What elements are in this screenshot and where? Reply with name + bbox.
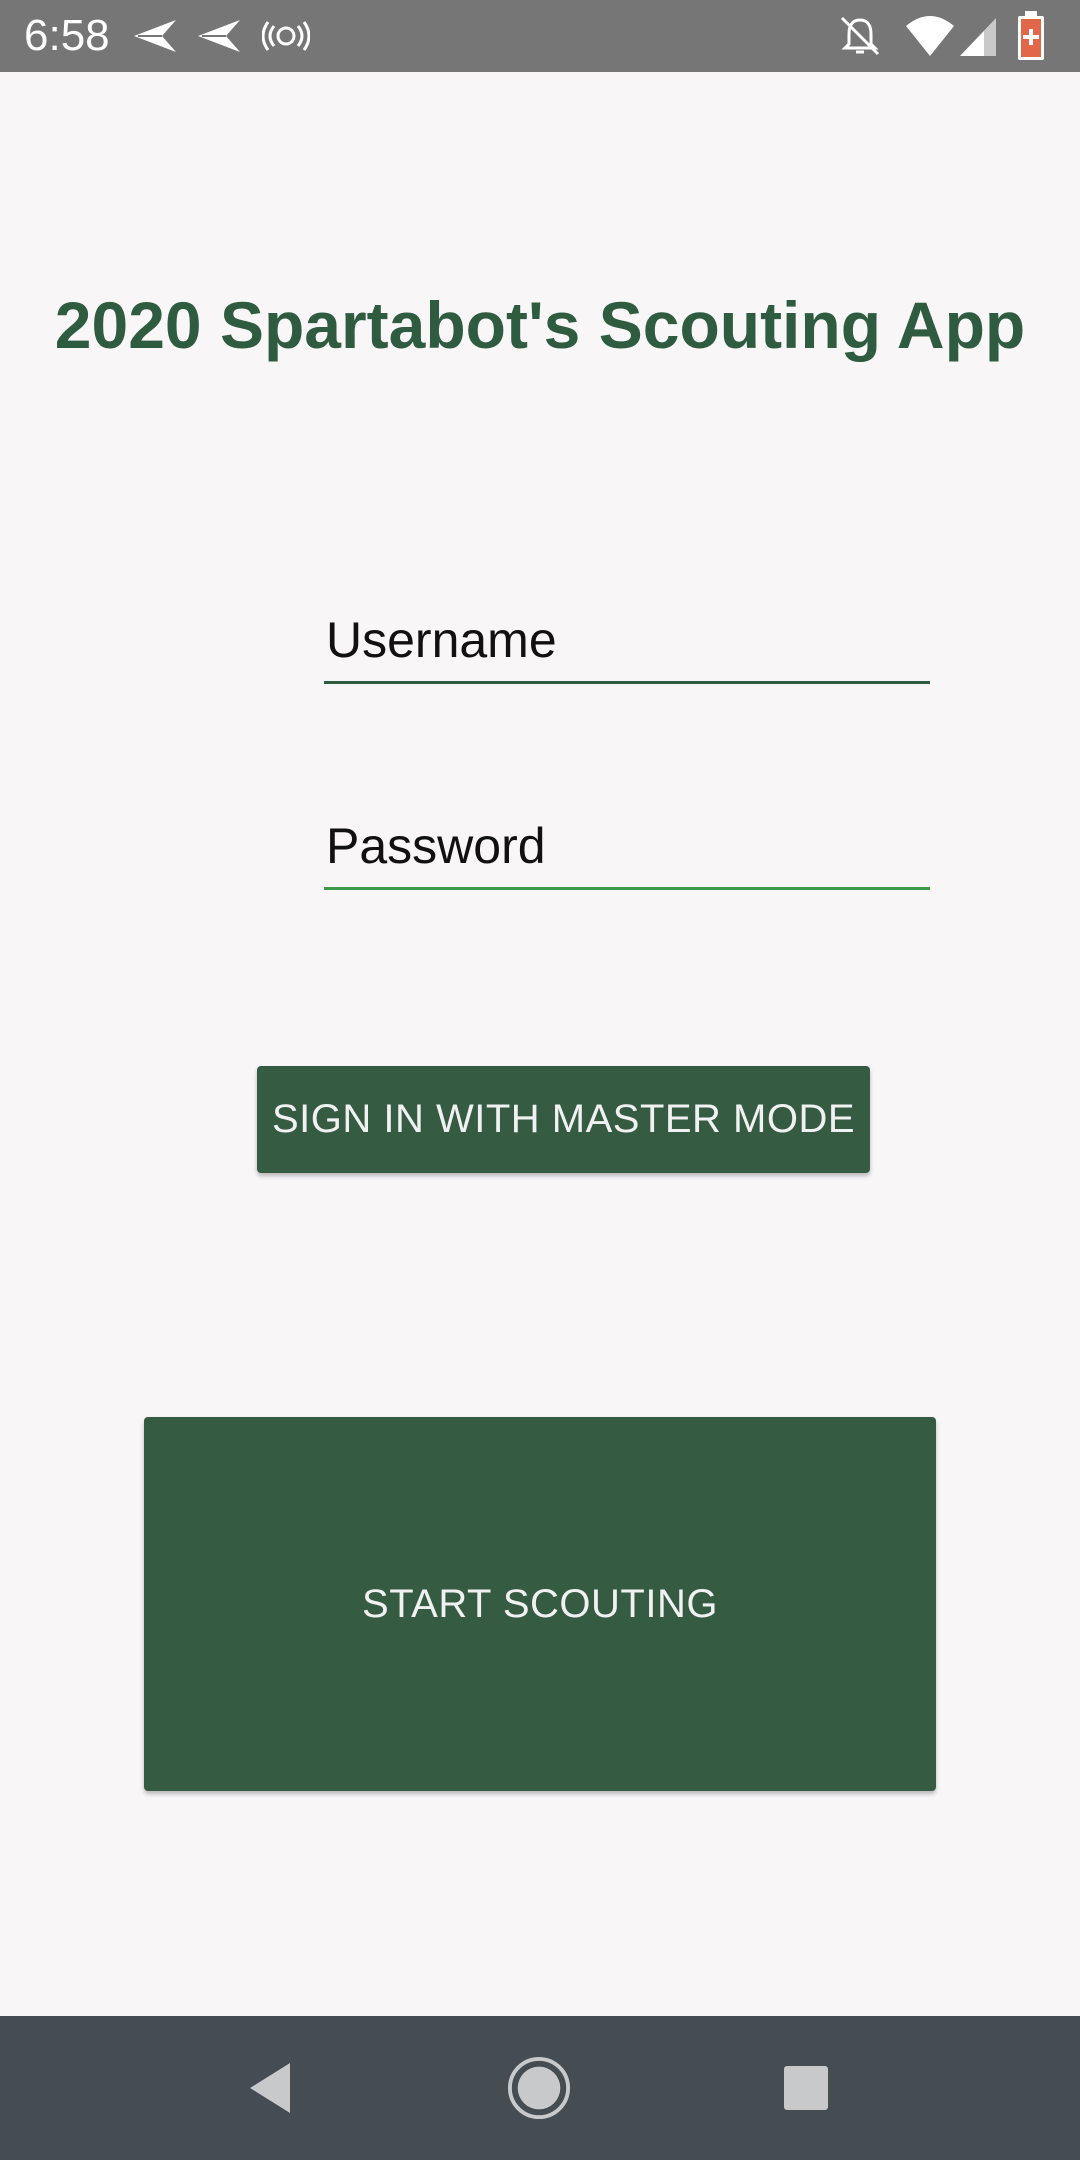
- password-field[interactable]: [324, 804, 930, 890]
- status-time: 6:58: [24, 11, 110, 60]
- battery-icon: [1016, 10, 1046, 62]
- start-scouting-button[interactable]: START SCOUTING: [144, 1417, 936, 1791]
- navigation-bar: [0, 2016, 1080, 2160]
- back-icon[interactable]: [238, 2056, 302, 2120]
- sign-in-master-mode-label: SIGN IN WITH MASTER MODE: [271, 1097, 856, 1141]
- status-bar: 6:58: [0, 0, 1080, 72]
- send-icon: [132, 10, 178, 62]
- send-icon: [196, 10, 242, 62]
- sign-in-master-mode-button[interactable]: SIGN IN WITH MASTER MODE: [257, 1066, 870, 1173]
- notifications-off-icon: [838, 10, 882, 62]
- app-title: 2020 Spartabot's Scouting App: [54, 288, 1026, 362]
- recents-icon[interactable]: [774, 2056, 838, 2120]
- start-scouting-label: START SCOUTING: [362, 1581, 718, 1626]
- broadcast-icon: [262, 10, 310, 62]
- wifi-icon: [904, 10, 956, 62]
- signal-icon: [958, 10, 998, 62]
- home-icon[interactable]: [507, 2056, 571, 2120]
- username-field[interactable]: [324, 598, 930, 684]
